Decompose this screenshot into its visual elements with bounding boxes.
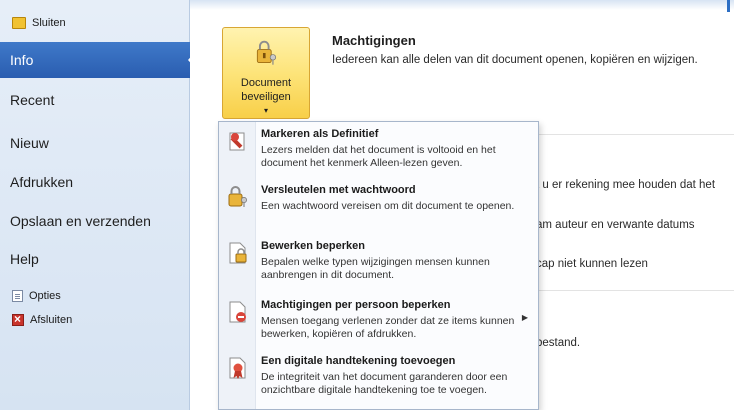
menu-item-title: Markeren als Definitief (261, 128, 379, 140)
menu-item-description: De integriteit van het document garander… (261, 371, 508, 396)
key-lock-icon (228, 186, 247, 207)
document-restrict-icon (229, 301, 246, 323)
sidebar-item-label: Afsluiten (30, 314, 73, 326)
menu-item-title: Versleutelen met wachtwoord (261, 184, 416, 196)
sidebar-item-label: Help (10, 251, 39, 267)
permissions-title: Machtigingen (332, 33, 416, 48)
background-text: cap niet kunnen lezen (536, 258, 648, 270)
top-gradient (190, 0, 734, 10)
menu-item-mark-final[interactable]: Markeren als Definitief Lezers melden da… (219, 124, 538, 180)
menu-item-description: Bepalen welke typen wijzigingen mensen k… (261, 256, 490, 281)
menu-item-encrypt-password[interactable]: Versleutelen met wachtwoord Een wachtwoo… (219, 180, 538, 236)
menu-item-title: Bewerken beperken (261, 240, 365, 252)
background-text: bestand. (536, 337, 581, 349)
ribbon-stamp-icon (229, 132, 245, 151)
sidebar-item-info[interactable]: Info (0, 42, 197, 78)
background-text: t u er rekening mee houden dat het (536, 179, 716, 191)
signature-ribbon-icon (229, 357, 246, 379)
sidebar-item-label: Opslaan en verzenden (10, 213, 151, 229)
menu-item-title: Machtigingen per persoon beperken (261, 299, 451, 311)
document-lock-icon (229, 242, 247, 264)
key-lock-icon (256, 40, 277, 65)
folder-icon (12, 17, 26, 29)
sidebar-item-label: Afdrukken (10, 174, 74, 190)
sidebar-item-help[interactable]: Help (0, 241, 189, 277)
chevron-down-icon: ▾ (263, 106, 268, 115)
menu-item-restrict-editing[interactable]: Bewerken beperken Bepalen welke typen wi… (219, 236, 538, 292)
permissions-description: Iedereen kan alle delen van dit document… (332, 54, 698, 66)
exit-icon (12, 312, 24, 326)
sidebar-item-exit[interactable]: Afsluiten (12, 311, 72, 329)
button-label-line1: Document (240, 77, 292, 89)
menu-item-description: Lezers melden dat het document is voltoo… (261, 144, 496, 169)
backstage-sidebar: Sluiten Info Recent Nieuw Afdrukken Opsl… (0, 0, 197, 410)
menu-item-restrict-permission[interactable]: Machtigingen per persoon beperken Mensen… (219, 295, 538, 351)
button-label-line2: beveiligen (241, 91, 291, 103)
sidebar-item-label: Sluiten (32, 17, 66, 29)
protect-document-menu: Markeren als Definitief Lezers melden da… (218, 121, 539, 410)
menu-item-title: Een digitale handtekening toevoegen (261, 355, 456, 367)
menu-item-description: Een wachtwoord vereisen om dit document … (261, 200, 515, 212)
sidebar-item-print[interactable]: Afdrukken (0, 164, 189, 200)
sidebar-item-options[interactable]: Opties (12, 287, 61, 305)
sidebar-item-label: Nieuw (10, 135, 49, 151)
sidebar-item-save-send[interactable]: Opslaan en verzenden (0, 203, 189, 239)
sidebar-item-new[interactable]: Nieuw (0, 125, 189, 161)
menu-item-description: Mensen toegang verlenen zonder dat ze it… (261, 315, 515, 340)
options-document-icon (12, 290, 23, 302)
protect-document-button[interactable]: Document beveiligen ▾ (222, 27, 310, 119)
protect-document-label: Document beveiligen ▾ (241, 76, 291, 118)
submenu-arrow-icon: ▶ (521, 313, 528, 322)
sidebar-item-close[interactable]: Sluiten (12, 14, 66, 32)
top-accent-bar (727, 0, 730, 12)
info-panel: Document beveiligen ▾ Machtigingen Ieder… (190, 0, 734, 410)
sidebar-item-label: Info (10, 52, 34, 68)
background-text: am auteur en verwante datums (536, 219, 695, 231)
menu-item-digital-signature[interactable]: Een digitale handtekening toevoegen De i… (219, 351, 538, 407)
sidebar-item-label: Opties (29, 290, 61, 302)
sidebar-item-label: Recent (10, 92, 55, 108)
sidebar-item-recent[interactable]: Recent (0, 82, 189, 118)
